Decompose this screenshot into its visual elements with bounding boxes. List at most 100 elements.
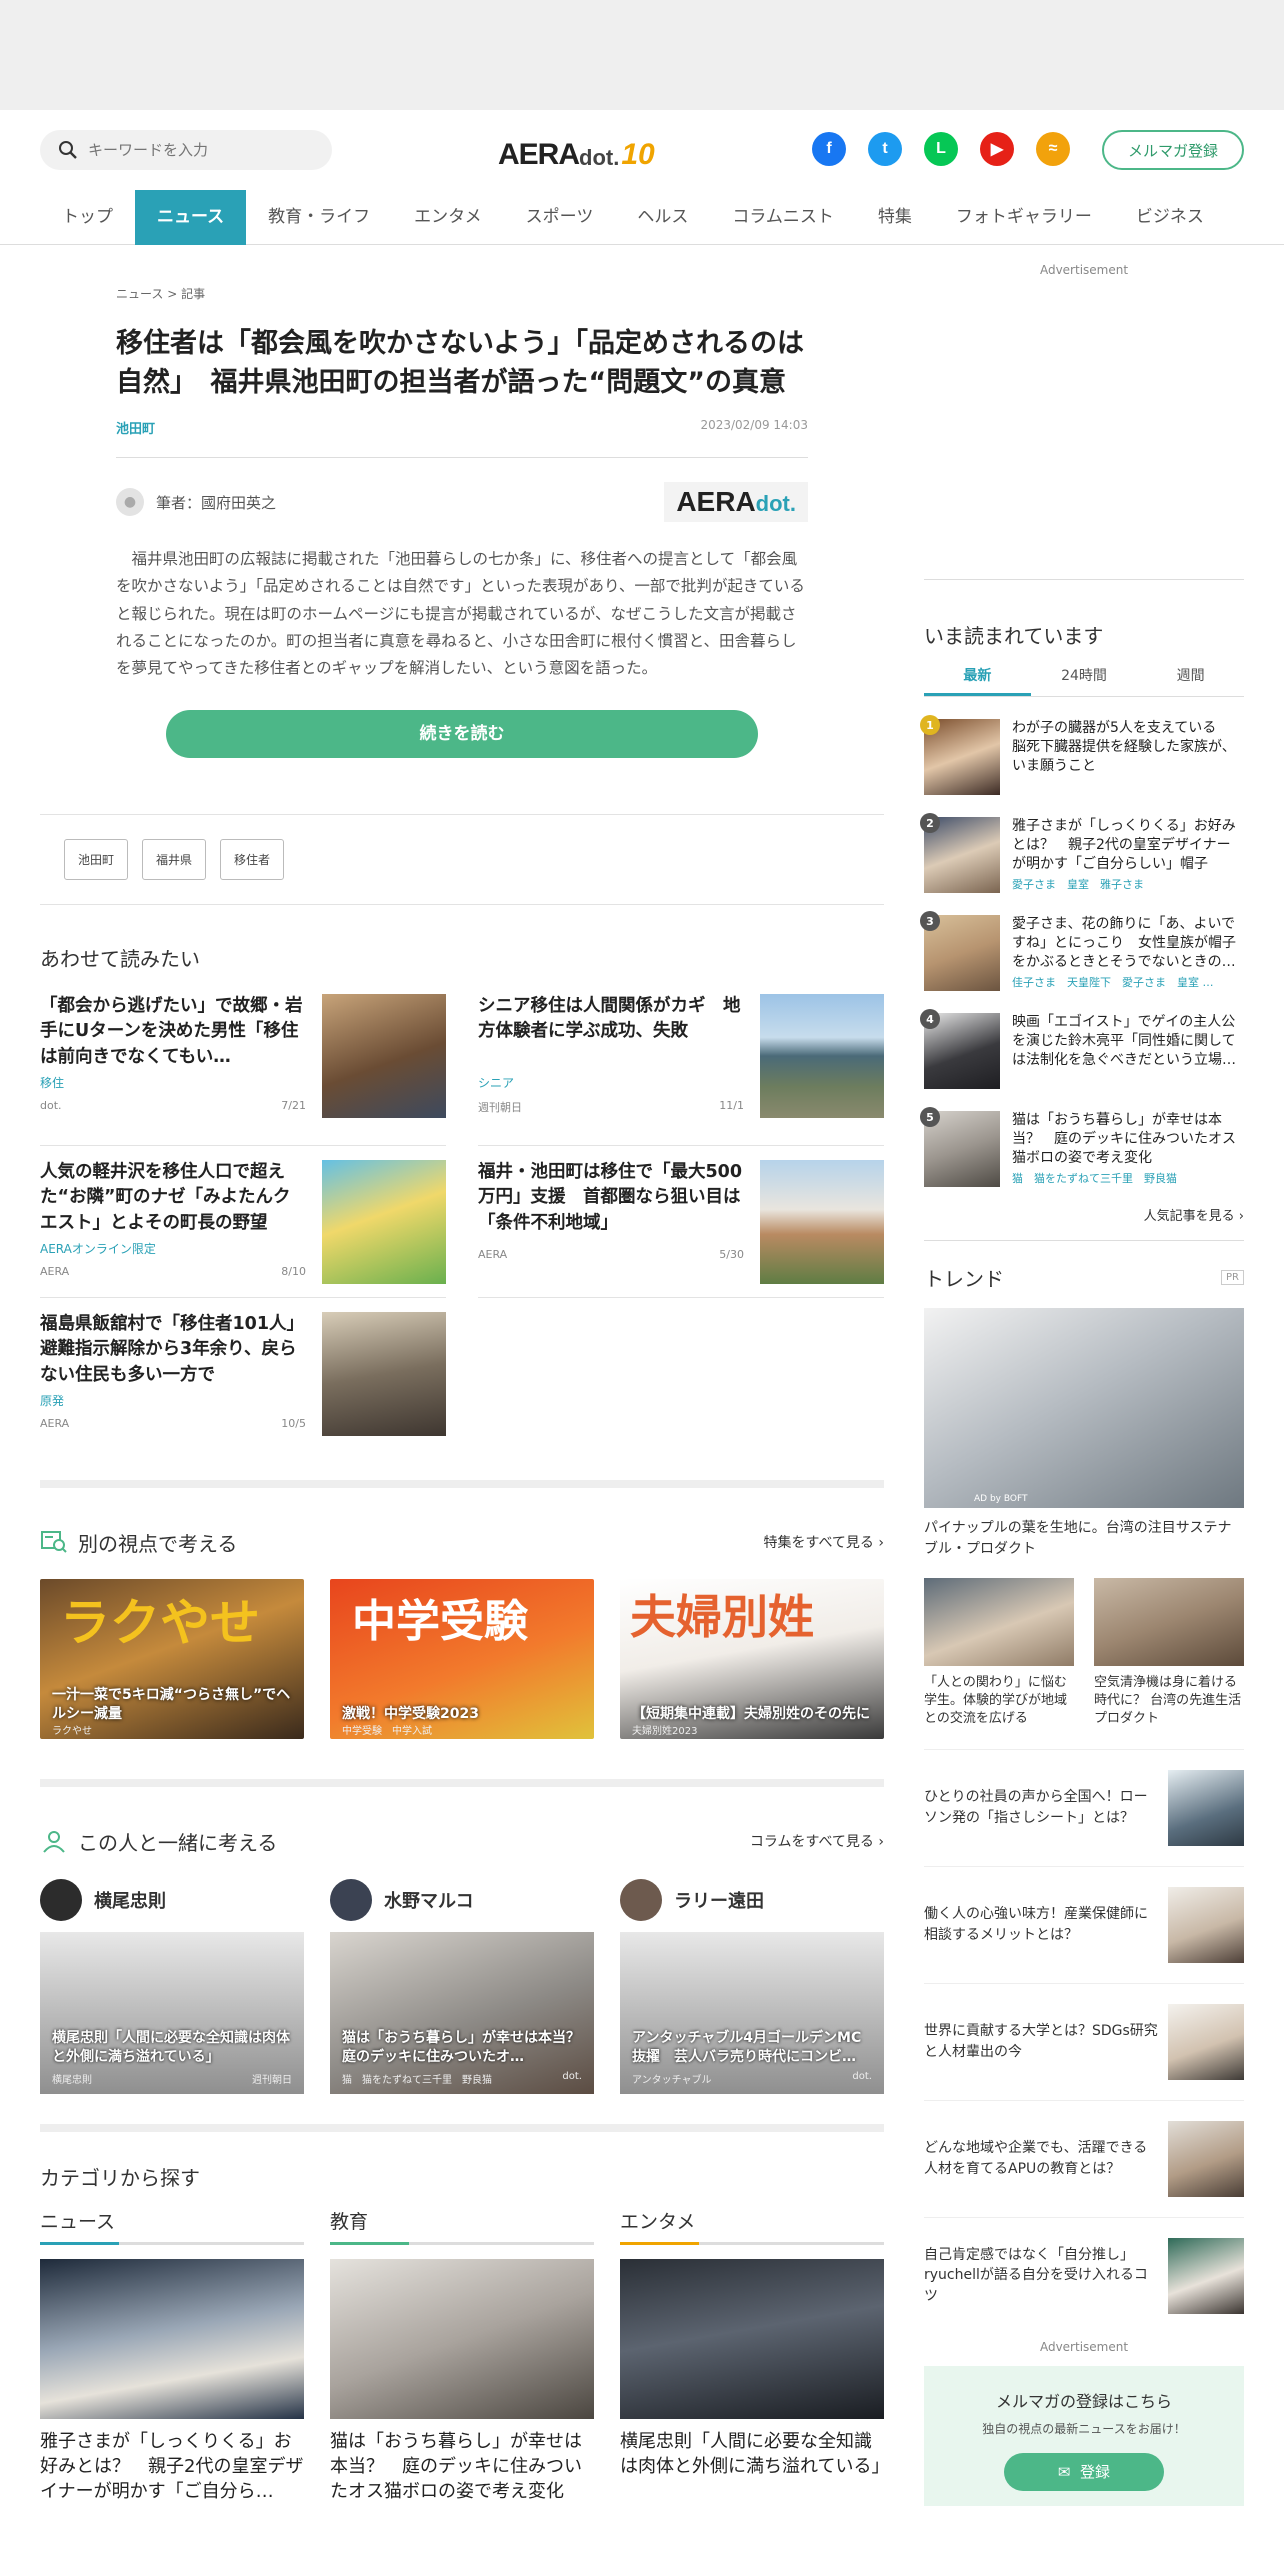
category-caption: 雅子さまが「しっくりくる」お好みとは？ 親子2代の皇室デザイナーが明かす「ご自分… <box>40 2430 304 2503</box>
related-date: 10/5 <box>281 1416 306 1430</box>
trend-item[interactable]: 世界に貢献する大学とは？SDGs研究と人材輩出の今 <box>924 1982 1244 2080</box>
column-source: dot. <box>852 2070 872 2082</box>
related-headline: 人気の軽井沢を移住人口で超えた“お隣”町のナゼ「みよたんクエスト」とよその町長の… <box>40 1161 291 1233</box>
read-more-button[interactable]: 続きを読む <box>166 709 758 758</box>
category-education[interactable]: 教育 猫は「おうち暮らし」が幸せは本当？ 庭のデッキに住みついたオス猫ボロの姿で… <box>330 2206 594 2505</box>
feature-card[interactable]: 夫婦別姓 【短期集中連載】夫婦別姓のその先に 夫婦別姓2023 <box>620 1578 884 1739</box>
category-tab[interactable]: エンタメ <box>620 2206 884 2245</box>
site-header: AERA dot. 10 f t L ▶ ≈ メルマガ登録 <box>0 110 1284 190</box>
facebook-icon[interactable]: f <box>812 132 846 166</box>
youtube-icon[interactable]: ▶ <box>980 132 1014 166</box>
trend-main-caption[interactable]: パイナップルの葉を生地に。台湾の注目サステナブル・プロダクト <box>924 1518 1244 1560</box>
columnist[interactable]: ラリー遠田 アンタッチャブル4月ゴールデンMC抜擢 芸人バラ売り時代にコンビ… … <box>620 1878 884 2094</box>
categories-title: カテゴリから探す <box>40 2165 200 2190</box>
ranking-item[interactable]: 2 雅子さまが「しっくりくる」お好みとは？ 親子2代の皇室デザイナーが明かす「ご自… <box>920 813 1244 893</box>
nav-top[interactable]: トップ <box>40 190 135 245</box>
nav-columnist[interactable]: コラムニスト <box>710 190 856 245</box>
related-item[interactable]: シニア移住は人間関係がカギ 地方体験者に学ぶ成功、失敗 シニア 週刊朝日 11/1 <box>478 993 884 1146</box>
ad-credit: AD by BOFT <box>974 1494 1028 1504</box>
trend-item[interactable]: 働く人の心強い味方！産業保健師に相談するメリットとは？ <box>924 1865 1244 1963</box>
ranking-item[interactable]: 1 わが子の臓器が5人を支えている 脳死下臓器提供を経験した家族が、いま願うこと <box>920 715 1244 795</box>
trend-title: トレンド <box>924 1267 1004 1291</box>
column-tag: アンタッチャブル <box>632 2074 712 2086</box>
tag-chip[interactable]: 移住者 <box>220 838 285 880</box>
columnist[interactable]: 水野マルコ 猫は「おうち暮らし」が幸せは本当？ 庭のデッキに住みついたオ… 猫 … <box>330 1878 594 2094</box>
feature-overlay: 中学受験 <box>352 1595 528 1647</box>
column-card[interactable]: アンタッチャブル4月ゴールデンMC抜擢 芸人バラ売り時代にコンビ… アンタッチャ… <box>620 1931 884 2094</box>
ranking-item[interactable]: 3 愛子さま、花の飾りに「あ、よいですね」とにっこり 女性皇族が帽子をかぶるときと… <box>920 911 1244 991</box>
breadcrumb[interactable]: ニュース > 記事 <box>116 285 808 302</box>
columnist[interactable]: 横尾忠則 横尾忠則「人間に必要な全知識は肉体と外側に満ち溢れている」 横尾忠則週… <box>40 1878 304 2094</box>
columnist-name: 水野マルコ <box>384 1890 474 1912</box>
ranking-tabs: 最新 24時間 週間 <box>924 665 1244 697</box>
search-input[interactable] <box>88 141 308 159</box>
nav-sports[interactable]: スポーツ <box>504 190 616 245</box>
tab-24h[interactable]: 24時間 <box>1031 665 1138 696</box>
search-box[interactable] <box>40 130 332 170</box>
column-more-link[interactable]: コラムをすべて見る › <box>750 1831 884 1851</box>
trend-thumbnail <box>1168 1769 1244 1846</box>
related-item[interactable]: 「都会から逃げたい」で故郷・岩手にUターンを決めた男性「移住は前向きでなくてもい… <box>40 993 446 1146</box>
rank-badge: 5 <box>920 1107 940 1127</box>
ranking-item[interactable]: 5 猫は「おうち暮らし」が幸せは本当？ 庭のデッキに住みついたオス猫ボロの姿で考え… <box>920 1107 1244 1187</box>
related-category[interactable]: AERAオンライン限定 <box>40 1240 306 1257</box>
related-item[interactable]: 人気の軽井沢を移住人口で超えた“お隣”町のナゼ「みよたんクエスト」とよその町長の… <box>40 1146 446 1298</box>
trend-item[interactable]: ひとりの社員の声から全国へ！ローソン発の「指さしシート」とは？ <box>924 1748 1244 1846</box>
column-tag: 横尾忠則 <box>52 2074 92 2086</box>
column-card[interactable]: 横尾忠則「人間に必要な全知識は肉体と外側に満ち溢れている」 横尾忠則 週刊朝日 <box>40 1931 304 2094</box>
category-tab[interactable]: 教育 <box>330 2206 594 2245</box>
trend-thumbnail <box>1168 2120 1244 2197</box>
main-nav: トップ ニュース 教育・ライフ エンタメ スポーツ ヘルス コラムニスト 特集 … <box>0 190 1284 245</box>
trend-main-image[interactable]: AD by BOFT <box>924 1308 1244 1508</box>
rss-icon[interactable]: ≈ <box>1036 132 1070 166</box>
related-date: 11/1 <box>719 1098 744 1112</box>
related-date: 7/21 <box>281 1098 306 1112</box>
tag-chip[interactable]: 福井県 <box>142 838 207 880</box>
trend-item[interactable]: 「人との関わり」に悩む学生。体験的学びが地域との交流を広げる <box>924 1578 1074 1729</box>
line-icon[interactable]: L <box>924 132 958 166</box>
category-news[interactable]: ニュース 雅子さまが「しっくりくる」お好みとは？ 親子2代の皇室デザイナーが明か… <box>40 2206 304 2505</box>
nav-feature[interactable]: 特集 <box>856 190 934 245</box>
newsletter-button[interactable]: メルマガ登録 <box>1102 130 1244 170</box>
related-date: 5/30 <box>719 1247 744 1261</box>
feature-card[interactable]: 中学受験 激戦！中学受験2023 中学受験 中学入試 <box>330 1578 594 1739</box>
feature-card[interactable]: ラクやせ 一汁一菜で5キロ減“つらさ無し”でヘルシー減量 ラクやせ <box>40 1578 304 1739</box>
nav-entertainment[interactable]: エンタメ <box>392 190 504 245</box>
trend-item[interactable]: 自己肯定感ではなく「自分推し」ryuchellが語る自分を受け入れるコツ <box>924 2216 1244 2314</box>
nav-education[interactable]: 教育・ライフ <box>246 190 392 245</box>
newsletter-register-button[interactable]: ✉ 登録 <box>1004 2452 1164 2491</box>
ranking-item[interactable]: 4 映画「エゴイスト」でゲイの主人公を演じた鈴木亮平「同性婚に関しては法制化を急ぐ… <box>920 1009 1244 1089</box>
tag-chip[interactable]: 池田町 <box>64 838 129 880</box>
ad-label: Advertisement <box>1039 263 1129 277</box>
nav-health[interactable]: ヘルス <box>615 190 710 245</box>
viewpoint-more-link[interactable]: 特集をすべて見る › <box>763 1532 884 1552</box>
related-category[interactable]: 移住 <box>40 1074 306 1091</box>
nav-photo-gallery[interactable]: フォトギャラリー <box>934 190 1114 245</box>
ranking-more-link[interactable]: 人気記事を見る › <box>924 1205 1244 1241</box>
column-source: dot. <box>562 2070 582 2082</box>
trend-item[interactable]: 空気清浄機は身に着ける時代に？ 台湾の先進生活プロダクト <box>1094 1578 1244 1729</box>
related-item[interactable]: 福島県飯舘村で「移住者101人」 避難指示解除から3年余り、戻らない住民も多い一… <box>40 1298 446 1450</box>
category-tab[interactable]: ニュース <box>40 2206 304 2245</box>
related-item[interactable]: 福井・池田町は移住で「最大500万円」支援 首都圏なら狙い目は「条件不利地域」 A… <box>478 1146 884 1298</box>
tab-latest[interactable]: 最新 <box>924 665 1031 696</box>
tag-list: 池田町 福井県 移住者 <box>40 813 884 905</box>
trend-item[interactable]: どんな地域や企業でも、活躍できる人材を育てるAPUの教育とは？ <box>924 2099 1244 2197</box>
nav-business[interactable]: ビジネス <box>1114 190 1226 245</box>
twitter-icon[interactable]: t <box>868 132 902 166</box>
rank-badge: 1 <box>920 715 940 735</box>
column-source: 週刊朝日 <box>252 2074 292 2086</box>
tab-weekly[interactable]: 週間 <box>1137 665 1244 696</box>
category-entertainment[interactable]: エンタメ 横尾忠則「人間に必要な全知識は肉体と外側に満ち溢れている」 <box>620 2206 889 2505</box>
ranking-tags: 愛子さま 皇室 雅子さま <box>1012 877 1144 891</box>
nav-news[interactable]: ニュース <box>135 190 247 245</box>
column-card[interactable]: 猫は「おうち暮らし」が幸せは本当？ 庭のデッキに住みついたオ… 猫 猫をたずねて… <box>330 1931 594 2094</box>
article-tag[interactable]: 池田町 <box>116 418 155 437</box>
site-logo[interactable]: AERA dot. 10 <box>498 132 655 172</box>
related-source: AERA <box>40 1264 70 1278</box>
columnist-name: 横尾忠則 <box>94 1890 166 1912</box>
trend-caption: どんな地域や企業でも、活躍できる人材を育てるAPUの教育とは？ <box>924 2140 1148 2177</box>
related-category[interactable]: 原発 <box>40 1392 306 1409</box>
person-icon <box>40 1828 68 1854</box>
related-category[interactable]: シニア <box>478 1074 744 1091</box>
